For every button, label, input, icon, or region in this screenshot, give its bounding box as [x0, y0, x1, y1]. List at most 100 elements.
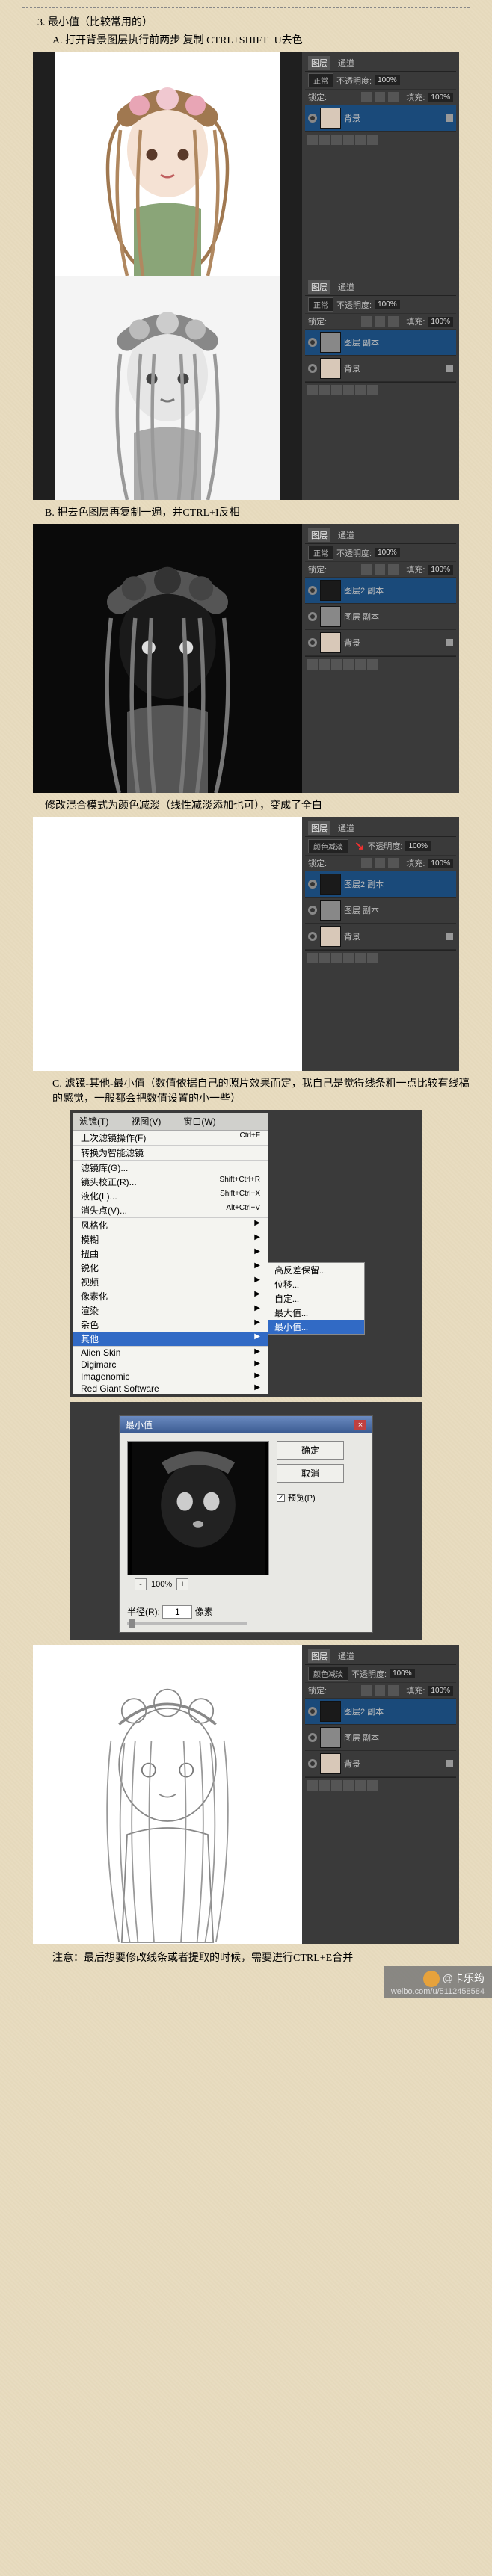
- fill-value[interactable]: 100%: [428, 565, 453, 575]
- menu-view[interactable]: 视图(V): [131, 1115, 161, 1128]
- tab-channels[interactable]: 通道: [335, 280, 357, 294]
- panel-icon[interactable]: [355, 659, 366, 670]
- panel-icon[interactable]: [343, 1780, 354, 1791]
- layer-row[interactable]: 图层 副本: [305, 604, 456, 630]
- lock-icon[interactable]: [361, 316, 372, 327]
- trash-icon[interactable]: [367, 659, 378, 670]
- blend-mode-select[interactable]: 颜色减淡: [308, 1667, 348, 1681]
- tab-layers[interactable]: 图层: [308, 56, 330, 70]
- filter-menu-item[interactable]: Red Giant Software▶: [73, 1383, 268, 1394]
- filter-submenu-item[interactable]: 自定...: [268, 1291, 364, 1306]
- panel-icon[interactable]: [319, 1780, 330, 1791]
- layer-row[interactable]: 图层2 副本: [305, 578, 456, 604]
- filter-menu-item[interactable]: Alien Skin▶: [73, 1347, 268, 1359]
- panel-icon[interactable]: [331, 659, 342, 670]
- panel-icon[interactable]: [355, 953, 366, 963]
- menu-filter[interactable]: 滤镜(T): [79, 1115, 108, 1128]
- panel-icon[interactable]: [331, 135, 342, 145]
- filter-menu-item[interactable]: 渲染▶: [73, 1303, 268, 1318]
- radius-input[interactable]: 1: [162, 1605, 192, 1619]
- filter-submenu-item[interactable]: 高反差保留...: [268, 1263, 364, 1277]
- radius-slider[interactable]: [127, 1622, 247, 1625]
- filter-menu-item[interactable]: 液化(L)...Shift+Ctrl+X: [73, 1189, 268, 1203]
- filter-menu-item[interactable]: 镜头校正(R)...Shift+Ctrl+R: [73, 1175, 268, 1189]
- lock-icon[interactable]: [375, 1685, 385, 1696]
- eye-icon[interactable]: [308, 586, 317, 595]
- eye-icon[interactable]: [308, 114, 317, 123]
- filter-submenu-item[interactable]: 最大值...: [268, 1306, 364, 1320]
- fill-value[interactable]: 100%: [428, 93, 453, 102]
- lock-icon[interactable]: [361, 858, 372, 868]
- eye-icon[interactable]: [308, 1733, 317, 1742]
- panel-icon[interactable]: [307, 135, 318, 145]
- panel-icon[interactable]: [319, 953, 330, 963]
- lock-icon[interactable]: [388, 316, 399, 327]
- layer-row[interactable]: 图层 副本: [305, 1725, 456, 1751]
- blend-mode-select[interactable]: 颜色减淡: [308, 839, 348, 853]
- lock-icon[interactable]: [375, 316, 385, 327]
- layer-row[interactable]: 图层 副本: [305, 330, 456, 356]
- tab-channels[interactable]: 通道: [335, 528, 357, 542]
- layer-row[interactable]: 背景: [305, 924, 456, 950]
- filter-submenu-item[interactable]: 最小值...: [268, 1320, 364, 1334]
- preview-checkbox[interactable]: ✓: [277, 1494, 285, 1502]
- fill-value[interactable]: 100%: [428, 859, 453, 868]
- layer-row[interactable]: 图层 副本: [305, 898, 456, 924]
- eye-icon[interactable]: [308, 612, 317, 621]
- filter-menu-item[interactable]: 视频▶: [73, 1275, 268, 1289]
- panel-icon[interactable]: [307, 953, 318, 963]
- blend-mode-select[interactable]: 正常: [308, 297, 333, 312]
- trash-icon[interactable]: [367, 135, 378, 145]
- layer-row[interactable]: 背景: [305, 356, 456, 382]
- lock-icon[interactable]: [375, 564, 385, 575]
- zoom-in-button[interactable]: +: [176, 1578, 188, 1590]
- lock-icon[interactable]: [375, 858, 385, 868]
- eye-icon[interactable]: [308, 932, 317, 941]
- filter-menu-item[interactable]: 其他▶: [73, 1332, 268, 1346]
- tab-channels[interactable]: 通道: [335, 821, 357, 835]
- eye-icon[interactable]: [308, 1759, 317, 1768]
- panel-icon[interactable]: [355, 1780, 366, 1791]
- filter-submenu-item[interactable]: 位移...: [268, 1277, 364, 1291]
- eye-icon[interactable]: [308, 906, 317, 915]
- lock-icon[interactable]: [388, 92, 399, 102]
- layer-row[interactable]: 背景: [305, 105, 456, 132]
- filter-menu-item[interactable]: 模糊▶: [73, 1232, 268, 1247]
- layer-row[interactable]: 背景: [305, 1751, 456, 1777]
- eye-icon[interactable]: [308, 638, 317, 647]
- tab-channels[interactable]: 通道: [335, 56, 357, 70]
- filter-menu-item[interactable]: 滤镜库(G)...: [73, 1161, 268, 1175]
- blend-mode-select[interactable]: 正常: [308, 546, 333, 560]
- tab-layers[interactable]: 图层: [308, 528, 330, 542]
- panel-icon[interactable]: [343, 953, 354, 963]
- panel-icon[interactable]: [355, 135, 366, 145]
- fill-value[interactable]: 100%: [428, 1686, 453, 1696]
- panel-icon[interactable]: [307, 659, 318, 670]
- menu-window[interactable]: 窗口(W): [183, 1115, 215, 1128]
- opacity-value[interactable]: 100%: [390, 1669, 415, 1678]
- panel-icon[interactable]: [307, 1780, 318, 1791]
- filter-menu-item[interactable]: 上次滤镜操作(F)Ctrl+F: [73, 1131, 268, 1145]
- fill-value[interactable]: 100%: [428, 317, 453, 327]
- tab-layers[interactable]: 图层: [308, 1649, 330, 1663]
- panel-icon[interactable]: [319, 135, 330, 145]
- opacity-value[interactable]: 100%: [375, 548, 400, 557]
- lock-icon[interactable]: [375, 92, 385, 102]
- layer-row[interactable]: 背景: [305, 630, 456, 656]
- layer-row[interactable]: 图层2 副本: [305, 871, 456, 898]
- eye-icon[interactable]: [308, 1707, 317, 1716]
- filter-menu-item[interactable]: 杂色▶: [73, 1318, 268, 1332]
- blend-mode-select[interactable]: 正常: [308, 73, 333, 87]
- filter-menu-item[interactable]: 锐化▶: [73, 1261, 268, 1275]
- close-icon[interactable]: ×: [354, 1420, 366, 1430]
- filter-menu-item[interactable]: 像素化▶: [73, 1289, 268, 1303]
- filter-menu-item[interactable]: Digimarc▶: [73, 1359, 268, 1371]
- filter-menu-item[interactable]: 转换为智能滤镜: [73, 1146, 268, 1160]
- tab-channels[interactable]: 通道: [335, 1649, 357, 1663]
- eye-icon[interactable]: [308, 338, 317, 347]
- lock-icon[interactable]: [388, 1685, 399, 1696]
- filter-menu-item[interactable]: Imagenomic▶: [73, 1371, 268, 1383]
- ok-button[interactable]: 确定: [277, 1441, 344, 1460]
- lock-icon[interactable]: [361, 564, 372, 575]
- panel-icon[interactable]: [319, 385, 330, 395]
